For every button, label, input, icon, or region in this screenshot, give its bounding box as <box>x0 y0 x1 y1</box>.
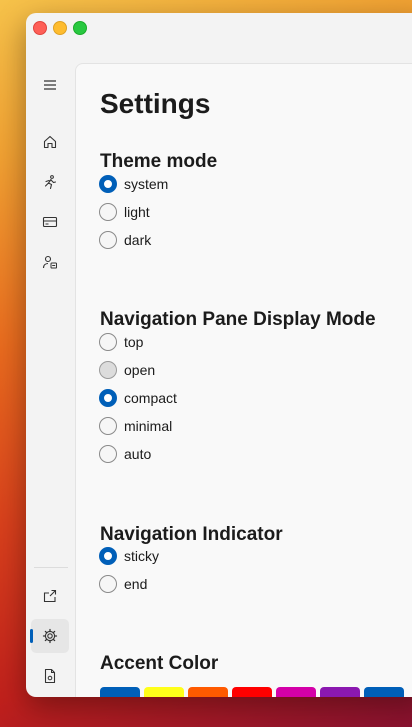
accent-color-title: Accent Color <box>100 653 219 674</box>
running-figure-icon <box>44 175 57 190</box>
radio-button[interactable] <box>99 417 117 435</box>
radio-label: dark <box>124 232 152 248</box>
nav-item-activity[interactable] <box>31 165 69 199</box>
radio-label: compact <box>124 390 177 406</box>
nav-item-cards[interactable] <box>31 205 69 239</box>
radio-button[interactable] <box>99 575 117 593</box>
nav-item-document[interactable] <box>31 659 69 693</box>
radio-button[interactable] <box>99 231 117 249</box>
color-swatch-custom[interactable] <box>364 687 404 697</box>
radio-label: system <box>124 176 169 192</box>
title-bar <box>26 13 412 63</box>
theme-option-system[interactable]: system <box>99 172 168 196</box>
color-swatch-red[interactable] <box>232 687 272 697</box>
radio-button-checked[interactable] <box>99 547 117 565</box>
display-mode-option-auto[interactable]: auto <box>99 442 151 466</box>
nav-item-settings[interactable] <box>30 619 69 653</box>
radio-label: light <box>124 204 150 220</box>
home-icon <box>43 135 57 149</box>
radio-button-checked[interactable] <box>99 389 117 407</box>
color-swatch-magenta[interactable] <box>276 687 316 697</box>
radio-button-checked[interactable] <box>99 175 117 193</box>
color-swatch-purple[interactable] <box>320 687 360 697</box>
navigation-display-mode-title: Navigation Pane Display Mode <box>100 309 376 330</box>
nav-separator <box>34 567 68 568</box>
color-swatch-blue[interactable] <box>100 687 140 697</box>
display-mode-option-open[interactable]: open <box>99 358 155 382</box>
color-swatch-yellow[interactable] <box>144 687 184 697</box>
app-window: Settings Theme mode system light dark Na… <box>26 13 412 697</box>
radio-label: end <box>124 576 148 592</box>
radio-label: auto <box>124 446 152 462</box>
menu-toggle-button[interactable] <box>31 68 69 102</box>
theme-option-dark[interactable]: dark <box>99 228 151 252</box>
page-title: Settings <box>100 88 211 119</box>
gear-icon <box>42 628 58 644</box>
selection-indicator <box>30 629 33 643</box>
indicator-option-sticky[interactable]: sticky <box>99 544 159 568</box>
radio-button[interactable] <box>99 445 117 463</box>
minimize-window-button[interactable] <box>53 21 67 35</box>
nav-item-account[interactable] <box>31 245 69 279</box>
display-mode-option-minimal[interactable]: minimal <box>99 414 172 438</box>
navigation-pane <box>26 63 74 697</box>
card-icon <box>42 216 58 228</box>
radio-label: top <box>124 334 144 350</box>
open-external-icon <box>43 589 57 603</box>
radio-button[interactable] <box>99 333 117 351</box>
nav-item-external[interactable] <box>31 579 69 613</box>
radio-label: minimal <box>124 418 173 434</box>
radio-label: open <box>124 362 156 378</box>
navigation-indicator-title: Navigation Indicator <box>100 524 283 545</box>
radio-button[interactable] <box>99 361 117 379</box>
radio-button[interactable] <box>99 203 117 221</box>
theme-mode-title: Theme mode <box>100 151 218 172</box>
color-swatch-orange[interactable] <box>188 687 228 697</box>
settings-page: Settings Theme mode system light dark Na… <box>75 63 412 697</box>
theme-option-light[interactable]: light <box>99 200 150 224</box>
accent-color-swatches <box>100 687 408 697</box>
indicator-option-end[interactable]: end <box>99 572 147 596</box>
display-mode-option-top[interactable]: top <box>99 330 143 354</box>
radio-label: sticky <box>124 548 159 564</box>
nav-item-home[interactable] <box>31 125 69 159</box>
document-settings-icon <box>44 668 56 684</box>
display-mode-option-compact[interactable]: compact <box>99 386 177 410</box>
zoom-window-button[interactable] <box>73 21 87 35</box>
person-badge-icon <box>42 255 57 269</box>
close-window-button[interactable] <box>33 21 47 35</box>
hamburger-icon <box>44 80 56 90</box>
